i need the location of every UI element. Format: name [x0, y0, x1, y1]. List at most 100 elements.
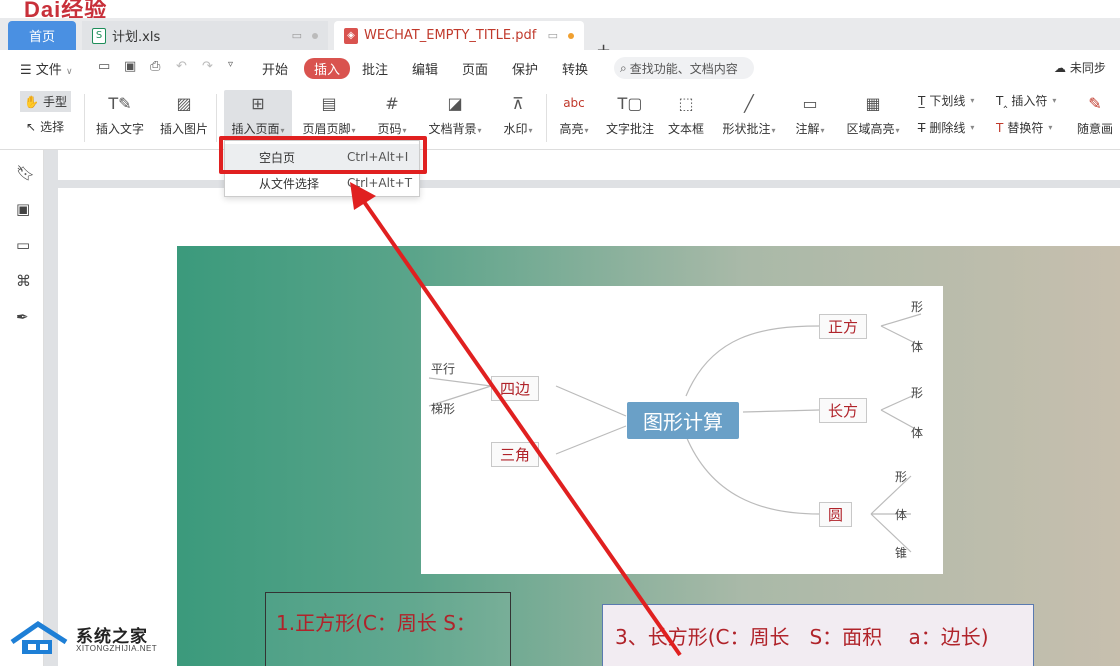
insert-symbol-icon: T‸	[996, 93, 1008, 108]
tab-pdf-label: WECHAT_EMPTY_TITLE.pdf	[364, 28, 537, 43]
menu-edit[interactable]: 编辑	[412, 59, 438, 78]
node-circle: 圆	[819, 502, 853, 527]
image-icon: ▨	[176, 93, 192, 113]
insert-symbol-button[interactable]: T‸ 插入符 ▾	[996, 92, 1056, 109]
hand-label: 手型	[42, 95, 67, 109]
leaf-shape: 形	[895, 470, 908, 484]
area-highlight-button[interactable]: ▦ 区域高亮▾	[842, 90, 904, 137]
underline-icon: T̲	[918, 93, 926, 108]
freehand-label: 随意画	[1076, 122, 1113, 136]
watermark-button[interactable]: ⊼ 水印▾	[498, 90, 538, 137]
textbox-button[interactable]: ⬚ 文本框	[666, 90, 706, 137]
signature-icon[interactable]: ✒	[16, 308, 29, 326]
print-icon[interactable]: ⎙	[150, 59, 160, 74]
page-number-icon: #	[385, 93, 399, 113]
tab-xls-label: 计划.xls	[112, 30, 161, 45]
highlight-icon: abc	[563, 96, 585, 110]
replace-symbol-button[interactable]: T 替换符 ▾	[996, 119, 1052, 136]
divider	[84, 94, 85, 142]
watermark-url: XITONGZHIJIA.NET	[76, 644, 158, 653]
tab-bar: 首页 S 计划.xls ▭ ◈ WECHAT_EMPTY_TITLE.pdf ▭…	[0, 18, 1120, 61]
sync-status[interactable]: ☁ 未同步	[1054, 59, 1106, 76]
sync-label: 未同步	[1069, 61, 1106, 75]
from-file-label: 从文件选择	[259, 176, 320, 191]
hand-tool[interactable]: ✋ 手型	[20, 91, 71, 112]
replace-symbol-icon: T	[996, 120, 1004, 135]
doc-background-button[interactable]: ◪ 文档背景▾	[424, 90, 486, 137]
watermark-logo: 系统之家 XITONGZHIJIA.NET	[8, 612, 158, 662]
doc-background-icon: ◪	[447, 93, 463, 113]
freehand-button[interactable]: ✎ 随意画	[1074, 90, 1116, 137]
select-label: 选择	[40, 120, 65, 134]
redo-icon[interactable]: ↷	[202, 59, 213, 74]
attachment-icon[interactable]: ⌘	[16, 272, 31, 290]
comment-icon[interactable]: ▭	[16, 236, 30, 254]
monitor-icon[interactable]: ▭	[292, 29, 302, 42]
annotation-button[interactable]: ▭ 注解▾	[792, 90, 828, 137]
text-note-icon: T▢	[617, 93, 643, 113]
tab-status-dot	[312, 32, 318, 39]
text-note-button[interactable]: T▢ 文字批注	[604, 90, 656, 137]
area-highlight-label: 区域高亮	[846, 122, 895, 136]
hamburger-icon: ☰	[20, 63, 32, 78]
header-footer-label: 页眉页脚	[302, 122, 351, 136]
underline-label: 下划线	[929, 94, 966, 108]
text-pen-icon: T✎	[108, 93, 132, 113]
node-square: 正方	[819, 314, 868, 339]
tab-unsaved-dot	[568, 32, 574, 39]
leaf-cone: 锥	[895, 546, 908, 560]
cursor-icon: ↖	[26, 119, 37, 134]
annotation-highlight-box	[219, 136, 427, 174]
textbox-label: 文本框	[667, 122, 704, 136]
tab-xls[interactable]: S 计划.xls ▭	[82, 21, 328, 50]
underline-button[interactable]: T̲ 下划线 ▾	[918, 92, 974, 109]
node-rect: 长方	[819, 398, 868, 423]
formula-box-2-text: 3、长方形(C：周长 S：面积 a：边长)	[615, 625, 989, 649]
file-menu[interactable]: ☰ 文件 ∨	[20, 59, 73, 78]
shape-note-label: 形状批注	[722, 122, 771, 136]
undo-icon[interactable]: ↶	[176, 59, 187, 74]
search-placeholder: 查找功能、文档内容	[629, 61, 738, 76]
menu-annotate[interactable]: 批注	[362, 59, 388, 78]
menu-start[interactable]: 开始	[262, 59, 288, 78]
more-down-icon[interactable]: ▿	[228, 59, 233, 70]
add-page-icon: ⊞	[251, 93, 265, 113]
menu-convert[interactable]: 转换	[562, 59, 588, 78]
bookmark-icon[interactable]: 🔖︎	[16, 164, 35, 182]
thumbnail-icon[interactable]: ▣	[16, 200, 30, 218]
top-watermark-fragment: Dai经验	[24, 0, 108, 18]
monitor-icon[interactable]: ▭	[548, 29, 558, 42]
formula-box-1-text: 1.正方形(C：周长 S：	[276, 611, 476, 635]
strikethrough-icon: T̶	[918, 120, 926, 135]
cloud-icon: ☁	[1054, 61, 1066, 75]
shape-note-button[interactable]: ╱ 形状批注▾	[718, 90, 780, 137]
insert-text-button[interactable]: T✎ 插入文字	[94, 90, 146, 137]
header-footer-button[interactable]: ▤ 页眉页脚▾	[300, 90, 358, 137]
page-image: 图形计算 正方 长方 圆 四边 三角 平行 梯形 形 体 形 体 形 体 锥 1…	[177, 246, 1120, 666]
textbox-icon: ⬚	[678, 93, 694, 113]
insert-page-button[interactable]: ⊞ 插入页面▾	[224, 90, 292, 140]
top-strip: Dai经验	[0, 0, 1120, 18]
brush-icon: ✎	[1088, 93, 1102, 113]
tab-pdf[interactable]: ◈ WECHAT_EMPTY_TITLE.pdf ▭	[334, 21, 584, 50]
search-input[interactable]: ⌕ 查找功能、文档内容	[614, 57, 754, 79]
strikethrough-button[interactable]: T̶ 删除线 ▾	[918, 119, 974, 136]
leaf-shape: 形	[911, 300, 924, 314]
save-icon[interactable]: ▣	[124, 59, 136, 74]
menu-protect[interactable]: 保护	[512, 59, 538, 78]
comment-icon: ▭	[802, 93, 818, 113]
menu-page[interactable]: 页面	[462, 59, 488, 78]
spreadsheet-icon: S	[92, 27, 106, 44]
tab-home[interactable]: 首页	[8, 21, 76, 50]
left-sidebar: 🔖︎ ▣ ▭ ⌘ ✒	[0, 150, 44, 666]
mind-map: 图形计算 正方 长方 圆 四边 三角 平行 梯形 形 体 形 体 形 体 锥	[421, 286, 943, 574]
previous-page	[58, 150, 1120, 180]
menu-insert[interactable]: 插入	[304, 58, 351, 79]
node-triangle: 三角	[491, 442, 540, 467]
select-tool[interactable]: ↖ 选择	[26, 118, 64, 135]
open-folder-icon[interactable]: ▭	[98, 59, 110, 74]
tab-home-label: 首页	[28, 30, 55, 45]
page-number-button[interactable]: # 页码▾	[372, 90, 412, 137]
insert-image-button[interactable]: ▨ 插入图片	[158, 90, 210, 137]
highlight-button[interactable]: abc 高亮▾	[554, 90, 594, 137]
